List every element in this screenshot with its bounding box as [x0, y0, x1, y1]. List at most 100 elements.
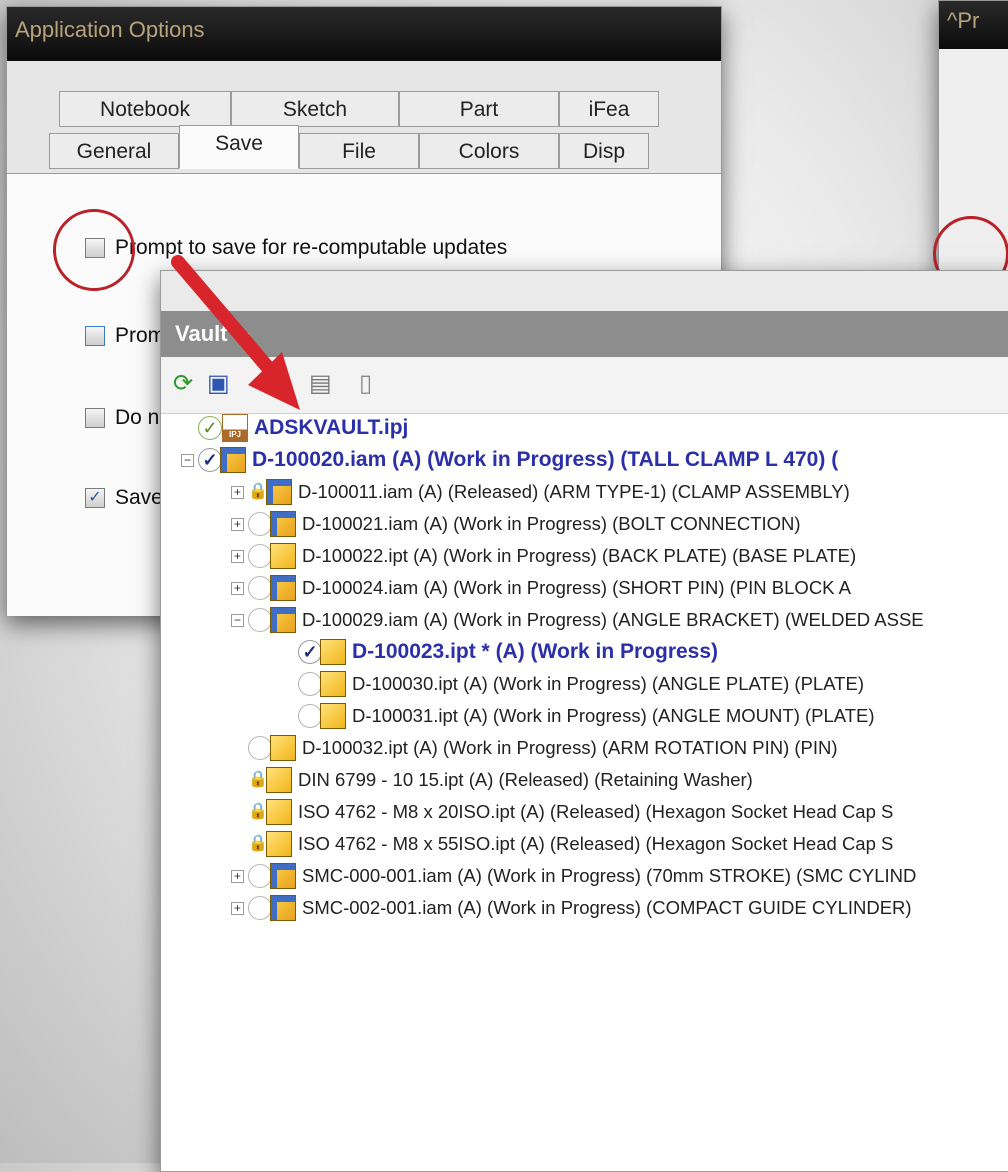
- expand-toggle-icon[interactable]: −: [231, 613, 244, 627]
- project-file-icon: IPJ: [222, 414, 248, 442]
- expand-toggle-icon[interactable]: −: [181, 453, 194, 467]
- tree-row[interactable]: D-100032.ipt (A) (Work in Progress) (ARM…: [231, 733, 838, 763]
- option-prompt-recompute[interactable]: Prompt to save for re-computable updates: [85, 236, 507, 260]
- tree-row[interactable]: 🔒 ISO 4762 - M8 x 20ISO.ipt (A) (Released…: [231, 797, 893, 827]
- vault-header[interactable]: Vault ▼: [161, 311, 1008, 357]
- part-icon: [270, 735, 296, 761]
- expand-toggle-icon[interactable]: +: [231, 581, 244, 595]
- tree-row[interactable]: − ✓ D-100020.iam (A) (Work in Progress) (T…: [181, 445, 838, 475]
- tree-item-label: SMC-002-001.iam (A) (Work in Progress) (…: [302, 897, 912, 918]
- part-icon: [320, 639, 346, 665]
- part-icon: [266, 799, 292, 825]
- tree-row[interactable]: 🔒 DIN 6799 - 10 15.ipt (A) (Released) (Re…: [231, 765, 753, 795]
- vault-toolbar: ⟳ ▣ ▤ ▯: [161, 357, 1008, 414]
- status-check-icon: ✓: [298, 640, 322, 664]
- status-empty-icon: [248, 736, 272, 760]
- tree-row[interactable]: D-100030.ipt (A) (Work in Progress) (ANG…: [281, 669, 864, 699]
- chevron-down-icon: ▼: [237, 328, 252, 344]
- tree-row[interactable]: ✓ D-100023.ipt * (A) (Work in Progress): [281, 637, 718, 667]
- tree-row[interactable]: + D-100021.iam (A) (Work in Progress) (BO…: [231, 509, 801, 539]
- checkbox[interactable]: [85, 408, 105, 428]
- checkbox-checked[interactable]: ✓: [85, 488, 105, 508]
- assembly-icon: [220, 447, 246, 473]
- status-empty-icon: [248, 608, 272, 632]
- part-icon: [320, 703, 346, 729]
- status-empty-icon: [298, 672, 322, 696]
- tree-item-label: SMC-000-001.iam (A) (Work in Progress) (…: [302, 865, 917, 886]
- tree-item-label: ISO 4762 - M8 x 20ISO.ipt (A) (Released)…: [298, 801, 894, 822]
- tree-row[interactable]: 🔒 ISO 4762 - M8 x 55ISO.ipt (A) (Released…: [231, 829, 893, 859]
- tree-item-label: ISO 4762 - M8 x 55ISO.ipt (A) (Released)…: [298, 833, 894, 854]
- highlight-circle: [53, 209, 135, 291]
- part-icon: [270, 543, 296, 569]
- assembly-icon: [270, 575, 296, 601]
- option-label: Prom: [115, 324, 166, 347]
- sheet-icon[interactable]: ▯: [359, 371, 372, 397]
- tree-item-label: D-100023.ipt * (A) (Work in Progress): [352, 640, 719, 663]
- status-empty-icon: [248, 544, 272, 568]
- tree-item-label: D-100032.ipt (A) (Work in Progress) (ARM…: [302, 737, 838, 758]
- tree-item-label: DIN 6799 - 10 15.ipt (A) (Released) (Ret…: [298, 769, 753, 790]
- option-label: Save: [115, 486, 163, 509]
- tab-save[interactable]: Save: [179, 125, 299, 169]
- tree-row[interactable]: ✓ IPJ ADSKVAULT.ipj: [181, 413, 408, 443]
- status-check-icon: ✓: [198, 416, 222, 440]
- option-label: Do n: [115, 406, 160, 429]
- option-prompt[interactable]: Prom: [85, 324, 165, 348]
- assembly-icon: [270, 511, 296, 537]
- expand-toggle-icon[interactable]: +: [231, 549, 244, 563]
- status-empty-icon: [248, 864, 272, 888]
- status-empty-icon: [298, 704, 322, 728]
- checkbox[interactable]: [85, 326, 105, 346]
- tree-item-label: D-100024.iam (A) (Work in Progress) (SHO…: [302, 577, 851, 598]
- assembly-icon: [270, 863, 296, 889]
- tree-row[interactable]: + SMC-002-001.iam (A) (Work in Progress) …: [231, 893, 912, 923]
- status-empty-icon: [248, 512, 272, 536]
- expand-toggle-icon[interactable]: +: [231, 869, 244, 883]
- tree-row[interactable]: + SMC-000-001.iam (A) (Work in Progress) …: [231, 861, 916, 891]
- expand-toggle-icon[interactable]: +: [231, 901, 244, 915]
- lock-icon: 🔒: [248, 835, 268, 852]
- tree-row[interactable]: − D-100029.iam (A) (Work in Progress) (AN…: [231, 605, 924, 635]
- expand-toggle-icon[interactable]: +: [231, 517, 244, 531]
- tab-ifeature[interactable]: iFea: [559, 91, 659, 127]
- tab-display[interactable]: Disp: [559, 133, 649, 169]
- tab-notebook[interactable]: Notebook: [59, 91, 231, 127]
- tab-general[interactable]: General: [49, 133, 179, 169]
- assembly-icon: [270, 607, 296, 633]
- tree-item-label: D-100030.ipt (A) (Work in Progress) (ANG…: [352, 673, 864, 694]
- lock-icon: 🔒: [248, 483, 268, 500]
- tab-colors[interactable]: Colors: [419, 133, 559, 169]
- lock-icon: 🔒: [248, 803, 268, 820]
- tree-row[interactable]: + 🔒 D-100011.iam (A) (Released) (ARM TYPE-…: [231, 477, 850, 507]
- part-icon: [320, 671, 346, 697]
- lock-icon: 🔒: [248, 771, 268, 788]
- part-icon: [266, 767, 292, 793]
- assembly-icon: [266, 479, 292, 505]
- vault-header-label: Vault: [175, 321, 228, 346]
- tree-item-label: D-100022.ipt (A) (Work in Progress) (BAC…: [302, 545, 857, 566]
- option-do-not[interactable]: Do n: [85, 406, 159, 430]
- tab-strip: Notebook Sketch Part iFea General Save F…: [7, 61, 721, 173]
- tree-row[interactable]: D-100031.ipt (A) (Work in Progress) (ANG…: [281, 701, 875, 731]
- tree-row[interactable]: + D-100022.ipt (A) (Work in Progress) (BA…: [231, 541, 856, 571]
- tree-item-label: D-100029.iam (A) (Work in Progress) (ANG…: [302, 609, 924, 630]
- tree-row[interactable]: + D-100024.iam (A) (Work in Progress) (SH…: [231, 573, 851, 603]
- tab-part[interactable]: Part: [399, 91, 559, 127]
- assembly-icon: [270, 895, 296, 921]
- refresh-icon[interactable]: ⟳: [173, 371, 193, 397]
- app-options-title: Application Options: [7, 7, 721, 61]
- option-save[interactable]: ✓ Save: [85, 486, 163, 510]
- option-label: Prompt to save for re-computable updates: [115, 236, 508, 259]
- thumbnail-icon[interactable]: ▤: [309, 371, 332, 397]
- tab-file[interactable]: File: [299, 133, 419, 169]
- vault-top-bar: [161, 271, 1008, 311]
- check-in-icon[interactable]: ▣: [207, 371, 230, 397]
- tab-sketch[interactable]: Sketch: [231, 91, 399, 127]
- expand-toggle-icon[interactable]: +: [231, 485, 244, 499]
- part-icon: [266, 831, 292, 857]
- tree-item-label: D-100021.iam (A) (Work in Progress) (BOL…: [302, 513, 801, 534]
- status-check-icon: ✓: [198, 448, 222, 472]
- status-empty-icon: [248, 576, 272, 600]
- tree-item-label: D-100020.iam (A) (Work in Progress) (TAL…: [252, 448, 839, 471]
